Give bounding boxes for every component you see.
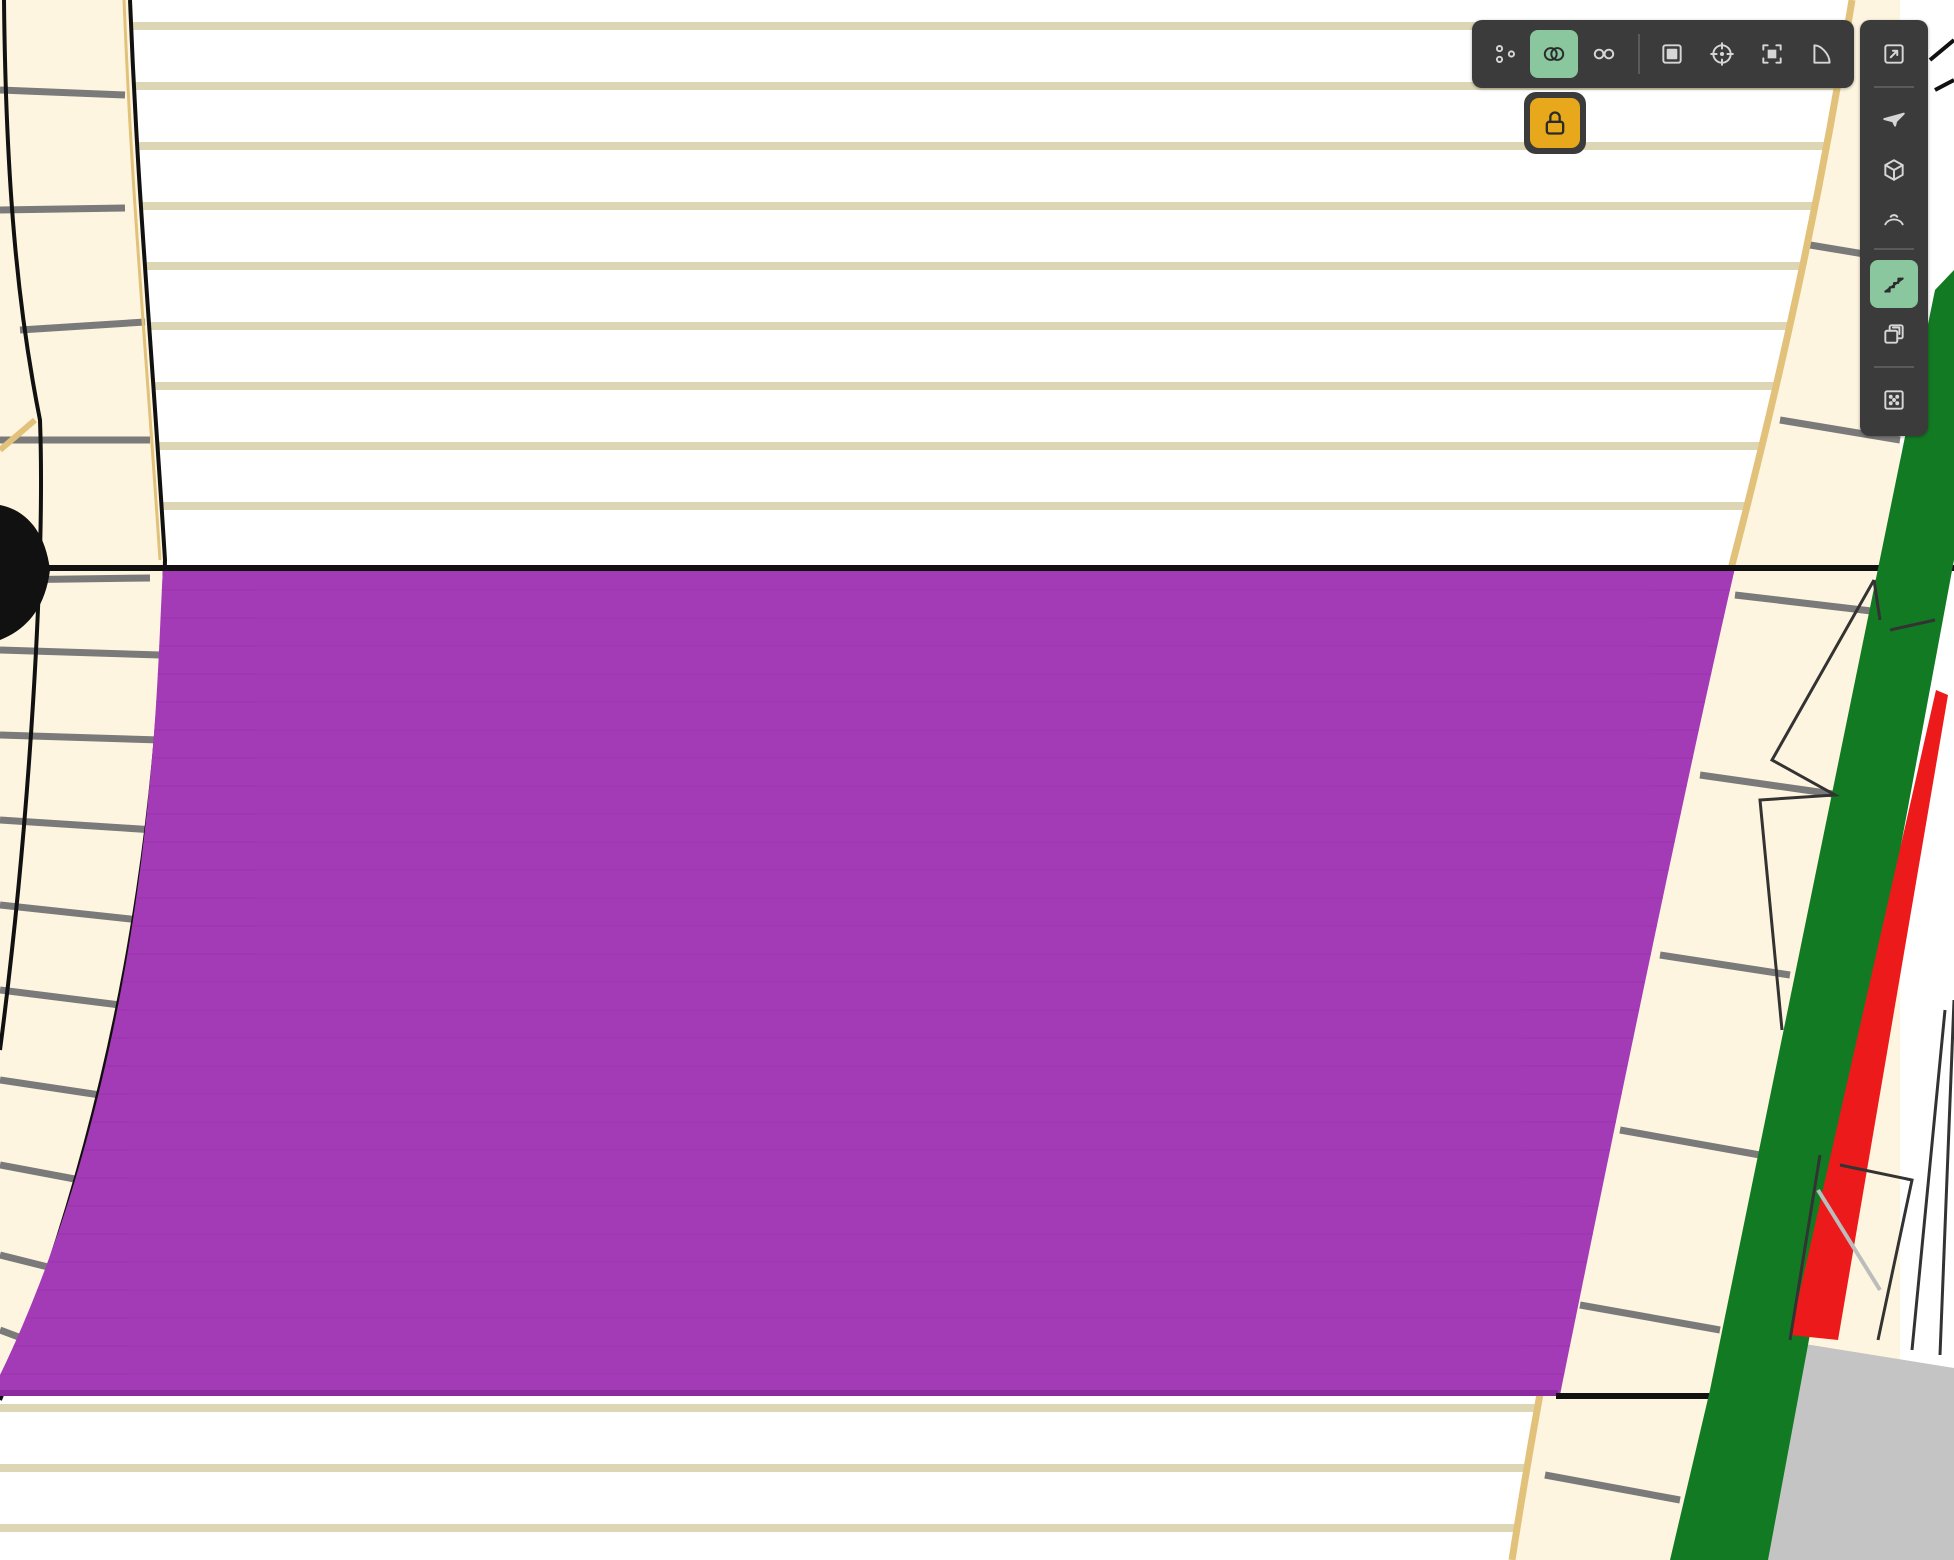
- lock-button-inner: [1530, 98, 1580, 148]
- expand-icon: [1884, 44, 1904, 64]
- viewport[interactable]: [0, 0, 1954, 1560]
- drawing-canvas[interactable]: [0, 0, 1954, 1560]
- crosshair-button[interactable]: [1698, 30, 1746, 78]
- plane-button[interactable]: [1870, 94, 1918, 142]
- selected-slab[interactable]: [0, 568, 1760, 1396]
- stairs-icon: [1884, 277, 1904, 293]
- layers-button[interactable]: [1870, 310, 1918, 358]
- expand-button[interactable]: [1870, 30, 1918, 78]
- lock-button[interactable]: [1524, 92, 1586, 154]
- grid-dots-icon: [1884, 390, 1904, 410]
- cube-button[interactable]: [1870, 146, 1918, 194]
- plane-icon: [1883, 112, 1905, 127]
- top-toolbar: [1472, 20, 1854, 88]
- toolbar-separator: [1874, 86, 1914, 88]
- infinity-button[interactable]: [1580, 30, 1628, 78]
- toolbar-separator: [1638, 34, 1640, 74]
- square-stop-button[interactable]: [1648, 30, 1696, 78]
- right-toolbar: [1860, 20, 1928, 436]
- square-stop-icon: [1662, 44, 1682, 64]
- arc-button[interactable]: [1870, 196, 1918, 244]
- stair-tread: [0, 86, 126, 99]
- scissors-icon: [1495, 45, 1515, 63]
- infinity-icon: [1593, 48, 1615, 60]
- curve-corner-icon: [1813, 44, 1831, 64]
- intersect-button[interactable]: [1530, 30, 1578, 78]
- crosshair-icon: [1710, 42, 1734, 66]
- curve-corner-button[interactable]: [1798, 30, 1846, 78]
- lock-icon: [1545, 111, 1565, 135]
- cube-icon: [1884, 159, 1904, 181]
- focus-frame-button[interactable]: [1748, 30, 1796, 78]
- toolbar-separator: [1874, 366, 1914, 368]
- arc-icon: [1884, 214, 1904, 226]
- intersect-icon: [1543, 47, 1565, 61]
- toolbar-separator: [1874, 248, 1914, 250]
- stair-tread: [0, 646, 161, 659]
- stair-tread: [0, 731, 161, 744]
- focus-frame-icon: [1762, 44, 1782, 64]
- grid-dots-button[interactable]: [1870, 376, 1918, 424]
- stair-tread: [0, 204, 126, 214]
- stairs-button[interactable]: [1870, 260, 1918, 308]
- scissors-button[interactable]: [1482, 30, 1530, 78]
- layers-icon: [1884, 324, 1904, 344]
